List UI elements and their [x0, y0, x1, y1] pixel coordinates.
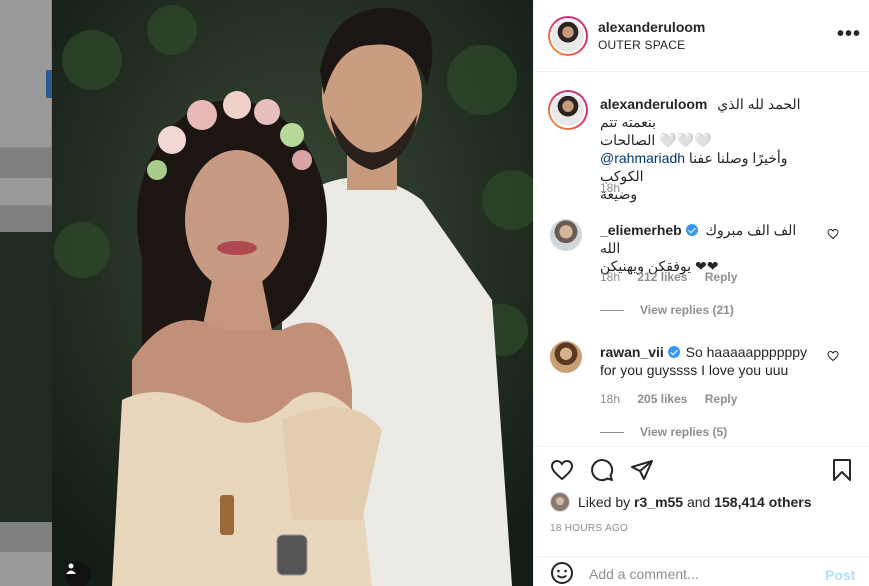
- comment: rawan_vii So haaaaappppppy for you guyss…: [600, 343, 822, 379]
- comment-input[interactable]: [589, 566, 809, 582]
- caption-time[interactable]: 18h: [600, 181, 620, 195]
- comment-reply-button[interactable]: Reply: [705, 270, 738, 284]
- emoji-icon[interactable]: [550, 561, 574, 585]
- more-options-icon[interactable]: •••: [837, 24, 861, 44]
- comment-reply-button[interactable]: Reply: [705, 392, 738, 406]
- background-thumbnail: [0, 232, 52, 522]
- comment-time[interactable]: 18h: [600, 270, 620, 284]
- post-timestamp[interactable]: 18 HOURS AGO: [550, 523, 628, 534]
- like-comment-heart-icon[interactable]: [827, 228, 839, 240]
- author-avatar[interactable]: [548, 16, 588, 56]
- post-location[interactable]: OUTER SPACE: [598, 38, 685, 52]
- post-modal: alexanderuloom OUTER SPACE ••• alexander…: [52, 0, 869, 586]
- view-replies-label: View replies (21): [640, 303, 734, 317]
- photo-image: [52, 0, 533, 586]
- liked-by-user[interactable]: r3_m55: [634, 494, 683, 510]
- verified-badge-icon: [667, 346, 680, 358]
- share-icon[interactable]: [630, 458, 654, 482]
- comments-list: alexanderuloom الحمد لله الذي بنعمته تتم…: [534, 73, 869, 446]
- comment-icon[interactable]: [590, 458, 614, 482]
- caption-meta: 18h: [600, 181, 634, 195]
- comment: _eliemerheb الف الف مبروك الله يوفقكن وي…: [600, 221, 820, 275]
- view-replies-label: View replies (5): [640, 425, 728, 439]
- comment-meta: 18h 212 likes Reply: [600, 270, 751, 284]
- author-username[interactable]: alexanderuloom: [598, 19, 705, 35]
- comment-avatar[interactable]: [550, 341, 582, 373]
- like-comment-heart-icon[interactable]: [827, 350, 839, 362]
- liked-by-prefix: Liked by: [578, 494, 631, 510]
- likes-count[interactable]: 158,414 others: [714, 494, 811, 510]
- comment-username[interactable]: _eliemerheb: [600, 222, 682, 238]
- comment-meta: 18h 205 likes Reply: [600, 392, 751, 406]
- view-replies-button[interactable]: View replies (21): [600, 303, 734, 317]
- liked-by: Liked by r3_m55 and 158,414 others: [550, 492, 812, 512]
- bookmark-icon[interactable]: [830, 458, 854, 482]
- caption-username[interactable]: alexanderuloom: [600, 96, 707, 112]
- background-card-2: [0, 178, 52, 206]
- comment-likes[interactable]: 212 likes: [637, 270, 687, 284]
- post-photo[interactable]: [52, 0, 533, 586]
- background-footer: [0, 552, 52, 586]
- post-panel: alexanderuloom OUTER SPACE ••• alexander…: [533, 0, 869, 586]
- comment-time[interactable]: 18h: [600, 392, 620, 406]
- post-header: alexanderuloom OUTER SPACE •••: [534, 0, 869, 72]
- liked-by-and: and: [686, 494, 711, 510]
- comment-username[interactable]: rawan_vii: [600, 344, 664, 360]
- heart-icon[interactable]: [550, 458, 574, 482]
- user-tag-icon[interactable]: [65, 562, 91, 586]
- caption-mention[interactable]: @rahmariadh: [600, 150, 685, 166]
- comment-text-line1: So haaaaappppppy: [685, 344, 808, 360]
- comment-avatar[interactable]: [550, 219, 582, 251]
- post-comment-button[interactable]: Post: [825, 567, 855, 583]
- view-replies-button[interactable]: View replies (5): [600, 425, 727, 439]
- liker-avatar[interactable]: [550, 492, 570, 512]
- add-comment-bar: Post: [534, 556, 869, 586]
- background-card: [0, 0, 52, 148]
- post-actions: Liked by r3_m55 and 158,414 others 18 HO…: [534, 446, 869, 586]
- verified-badge-icon: [685, 224, 698, 236]
- comment-likes[interactable]: 205 likes: [637, 392, 687, 406]
- caption-avatar[interactable]: [548, 90, 588, 130]
- comment-text-line2: for you guyssss I love you uuu: [600, 362, 789, 378]
- caption-line2: الصالحات 🤍🤍🤍: [600, 132, 712, 148]
